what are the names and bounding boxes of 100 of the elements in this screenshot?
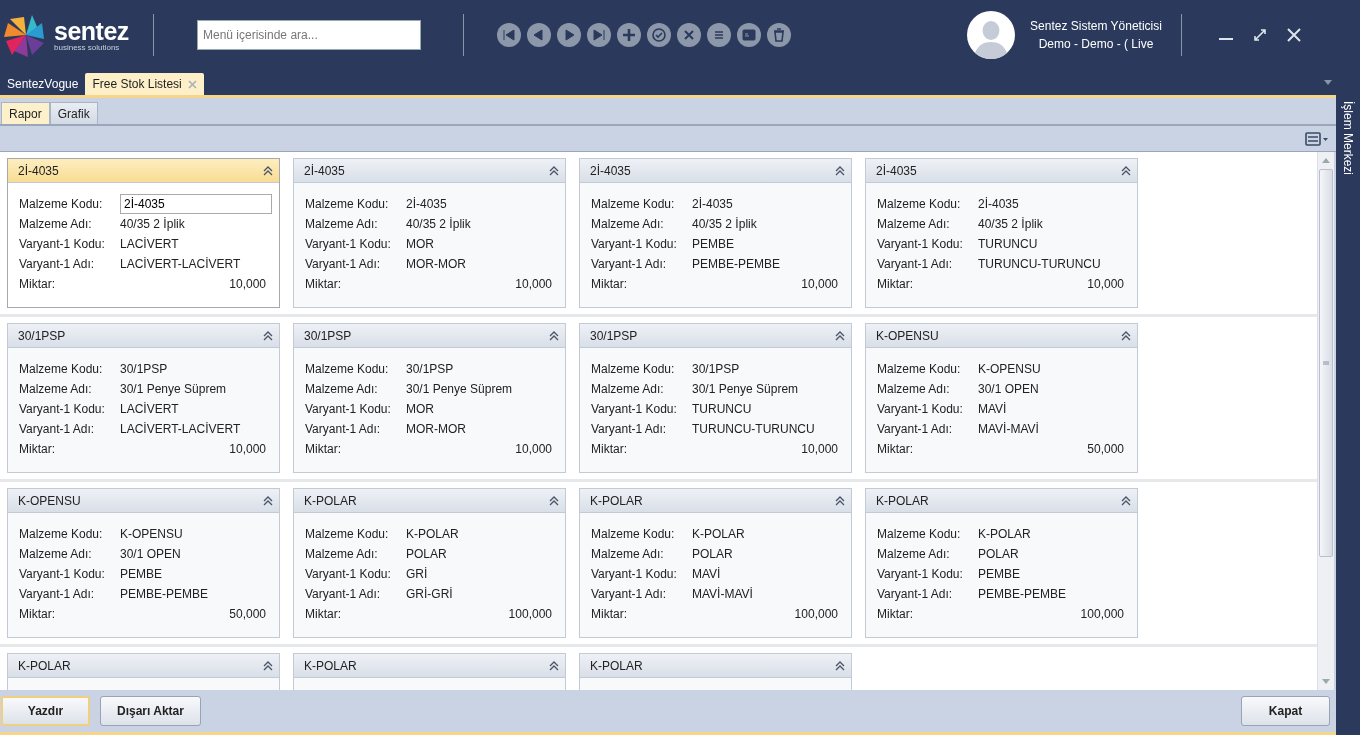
collapse-icon[interactable]	[262, 659, 274, 672]
field-label: Varyant-1 Adı:	[877, 257, 954, 271]
item-card[interactable]: K-POLAR	[293, 653, 566, 690]
field-value: MAVİ-MAVİ	[692, 587, 753, 601]
field-value: LACİVERT	[120, 237, 179, 251]
field-label: Malzeme Kodu:	[19, 362, 104, 376]
collapse-icon[interactable]	[548, 494, 560, 507]
card-title: K-OPENSU	[876, 328, 939, 343]
item-card[interactable]: K-OPENSU Malzeme Kodu: K-OPENSU Malzeme Adı: 30/1 OPEN Varyant-1 Kodu: PEMBE Varyant-1 Adı: PEMBE-PEMBE Miktar: 50,000	[7, 488, 280, 638]
action-button[interactable]: Yazdır	[1, 696, 90, 726]
item-card[interactable]: K-POLAR Malzeme Kodu: K-POLAR Malzeme Adı: POLAR Varyant-1 Kodu: MAVİ Varyant-1 Adı: MAVİ-MAVİ Miktar: 100,000	[579, 488, 852, 638]
scroll-thumb[interactable]	[1319, 169, 1333, 558]
field-label: Miktar:	[591, 442, 628, 456]
field-value: MAVİ	[978, 402, 1007, 416]
card-title: K-POLAR	[304, 658, 357, 673]
field-label: Miktar:	[591, 607, 628, 621]
collapse-icon[interactable]	[262, 329, 274, 342]
layout-icon[interactable]	[1305, 130, 1329, 147]
action-button[interactable]: Kapat	[1241, 696, 1330, 726]
first-record-icon[interactable]	[497, 23, 521, 47]
add-icon[interactable]	[617, 23, 641, 47]
menu-icon[interactable]	[707, 23, 731, 47]
field-label: Miktar:	[19, 442, 56, 456]
previous-icon[interactable]	[527, 23, 551, 47]
quantity-value: 10,000	[515, 442, 552, 456]
item-card[interactable]: 2İ-4035 Malzeme Kodu: 2İ-4035 Malzeme Adı: 40/35 2 İplik Varyant-1 Kodu: TURUNCU Varyant-1 Adı: TURUNCU-TURUNCU Miktar: 10,000	[865, 158, 1138, 308]
last-record-icon[interactable]	[587, 23, 611, 47]
field-label: Malzeme Kodu:	[305, 527, 390, 541]
item-card[interactable]: 30/1PSP Malzeme Kodu: 30/1PSP Malzeme Adı: 30/1 Penye Süprem Varyant-1 Kodu: MOR Varyant-1 Adı: MOR-MOR Miktar: 10,000	[293, 323, 566, 473]
collapse-icon[interactable]	[834, 494, 846, 507]
field-label: Malzeme Kodu:	[305, 197, 390, 211]
item-card[interactable]: K-POLAR	[7, 653, 280, 690]
field-value: POLAR	[692, 547, 733, 561]
collapse-icon[interactable]	[1120, 329, 1132, 342]
collapse-icon[interactable]	[548, 659, 560, 672]
field-label: Malzeme Adı:	[591, 547, 665, 561]
item-card[interactable]: K-POLAR Malzeme Kodu: K-POLAR Malzeme Adı: POLAR Varyant-1 Kodu: PEMBE Varyant-1 Adı: PEMBE-PEMBE Miktar: 100,000	[865, 488, 1138, 638]
field-label: Miktar:	[877, 277, 914, 291]
quantity-value: 10,000	[229, 442, 266, 456]
item-card[interactable]: 30/1PSP Malzeme Kodu: 30/1PSP Malzeme Adı: 30/1 Penye Süprem Varyant-1 Kodu: TURUNCU Varyant-1 Adı: TURUNCU-TURUNCU Miktar: 10,000	[579, 323, 852, 473]
collapse-icon[interactable]	[262, 494, 274, 507]
field-value: GRİ-GRİ	[406, 587, 453, 601]
avatar-icon[interactable]	[967, 11, 1015, 59]
card-title: 2İ-4035	[304, 163, 345, 178]
field-label: Miktar:	[19, 607, 56, 621]
item-card[interactable]: K-POLAR	[579, 653, 852, 690]
field-label: Varyant-1 Kodu:	[305, 567, 392, 581]
item-card[interactable]: K-OPENSU Malzeme Kodu: K-OPENSU Malzeme Adı: 30/1 OPEN Varyant-1 Kodu: MAVİ Varyant-1 Adı: MAVİ-MAVİ Miktar: 50,000	[865, 323, 1138, 473]
field-label: Varyant-1 Kodu:	[877, 402, 964, 416]
collapse-icon[interactable]	[1120, 494, 1132, 507]
maximize-icon[interactable]	[1252, 27, 1268, 43]
field-label: Malzeme Adı:	[877, 217, 951, 231]
card-title: K-POLAR	[590, 493, 643, 508]
collapse-icon[interactable]	[548, 329, 560, 342]
quantity-value: 10,000	[229, 277, 266, 291]
action-button[interactable]: Dışarı Aktar	[100, 696, 201, 726]
side-panel-title[interactable]: İşlem Merkezi	[1341, 101, 1355, 175]
input-field[interactable]: 2İ-4035	[120, 194, 272, 214]
item-card[interactable]: K-POLAR Malzeme Kodu: K-POLAR Malzeme Adı: POLAR Varyant-1 Kodu: GRİ Varyant-1 Adı: GRİ-GRİ Miktar: 100,000	[293, 488, 566, 638]
field-value: POLAR	[406, 547, 447, 561]
field-label: Malzeme Adı:	[591, 217, 665, 231]
field-value: MOR	[406, 402, 434, 416]
card-title: K-POLAR	[18, 658, 71, 673]
field-label: Miktar:	[19, 277, 56, 291]
brand-tagline: business solutions	[54, 42, 121, 52]
field-label: Malzeme Kodu:	[305, 362, 390, 376]
document-tab[interactable]: SentezVogue	[0, 73, 86, 95]
document-tab[interactable]: Free Stok Listesi	[85, 73, 204, 95]
trash-icon[interactable]	[767, 23, 791, 47]
field-value: PEMBE-PEMBE	[978, 587, 1067, 601]
item-card[interactable]: 2İ-4035 Malzeme Kodu: 2İ-4035 Malzeme Adı: 40/35 2 İplik Varyant-1 Kodu: PEMBE Varyant-1 Adı: PEMBE-PEMBE Miktar: 10,000	[579, 158, 852, 308]
card-title: 2İ-4035	[18, 163, 59, 178]
field-value: TURUNCU	[692, 402, 752, 416]
field-label: Varyant-1 Kodu:	[19, 402, 106, 416]
collapse-icon[interactable]	[1120, 164, 1132, 177]
view-tab[interactable]: Grafik	[49, 102, 98, 124]
field-value: MOR-MOR	[406, 422, 466, 436]
field-label: Malzeme Kodu:	[19, 197, 104, 211]
collapse-icon[interactable]	[548, 164, 560, 177]
collapse-icon[interactable]	[834, 164, 846, 177]
check-icon[interactable]	[647, 23, 671, 47]
search-field[interactable]: Menü içerisinde ara...	[197, 20, 421, 50]
field-value: TURUNCU-TURUNCU	[692, 422, 815, 436]
card-icon[interactable]	[737, 23, 761, 47]
collapse-icon[interactable]	[834, 329, 846, 342]
view-tab[interactable]: Rapor	[1, 102, 50, 124]
field-label: Varyant-1 Kodu:	[305, 402, 392, 416]
field-label: Malzeme Adı:	[877, 382, 951, 396]
item-card[interactable]: 2İ-4035 Malzeme Kodu: 2İ-4035 Malzeme Adı: 40/35 2 İplik Varyant-1 Kodu: MOR Varyant-1 Adı: MOR-MOR Miktar: 10,000	[293, 158, 566, 308]
collapse-icon[interactable]	[834, 659, 846, 672]
item-card[interactable]: 30/1PSP Malzeme Kodu: 30/1PSP Malzeme Adı: 30/1 Penye Süprem Varyant-1 Kodu: LACİVERT Varyant-1 Adı: LACİVERT-LACİVERT Miktar: 10,000	[7, 323, 280, 473]
collapse-icon[interactable]	[262, 164, 274, 177]
field-value: 40/35 2 İplik	[978, 217, 1043, 231]
close-icon[interactable]	[677, 23, 701, 47]
scrollbar[interactable]	[1317, 152, 1334, 690]
user-name: Sentez Sistem Yöneticisi	[1030, 18, 1162, 35]
field-label: Malzeme Kodu:	[877, 362, 962, 376]
caret-icon[interactable]	[1324, 80, 1332, 85]
play-icon[interactable]	[557, 23, 581, 47]
item-card[interactable]: 2İ-4035 Malzeme Kodu: 2İ-4035 Malzeme Adı: 40/35 2 İplik Varyant-1 Kodu: LACİVERT Varyant-1 Adı: LACİVERT-LACİVERT Miktar: 10,000	[7, 158, 280, 308]
